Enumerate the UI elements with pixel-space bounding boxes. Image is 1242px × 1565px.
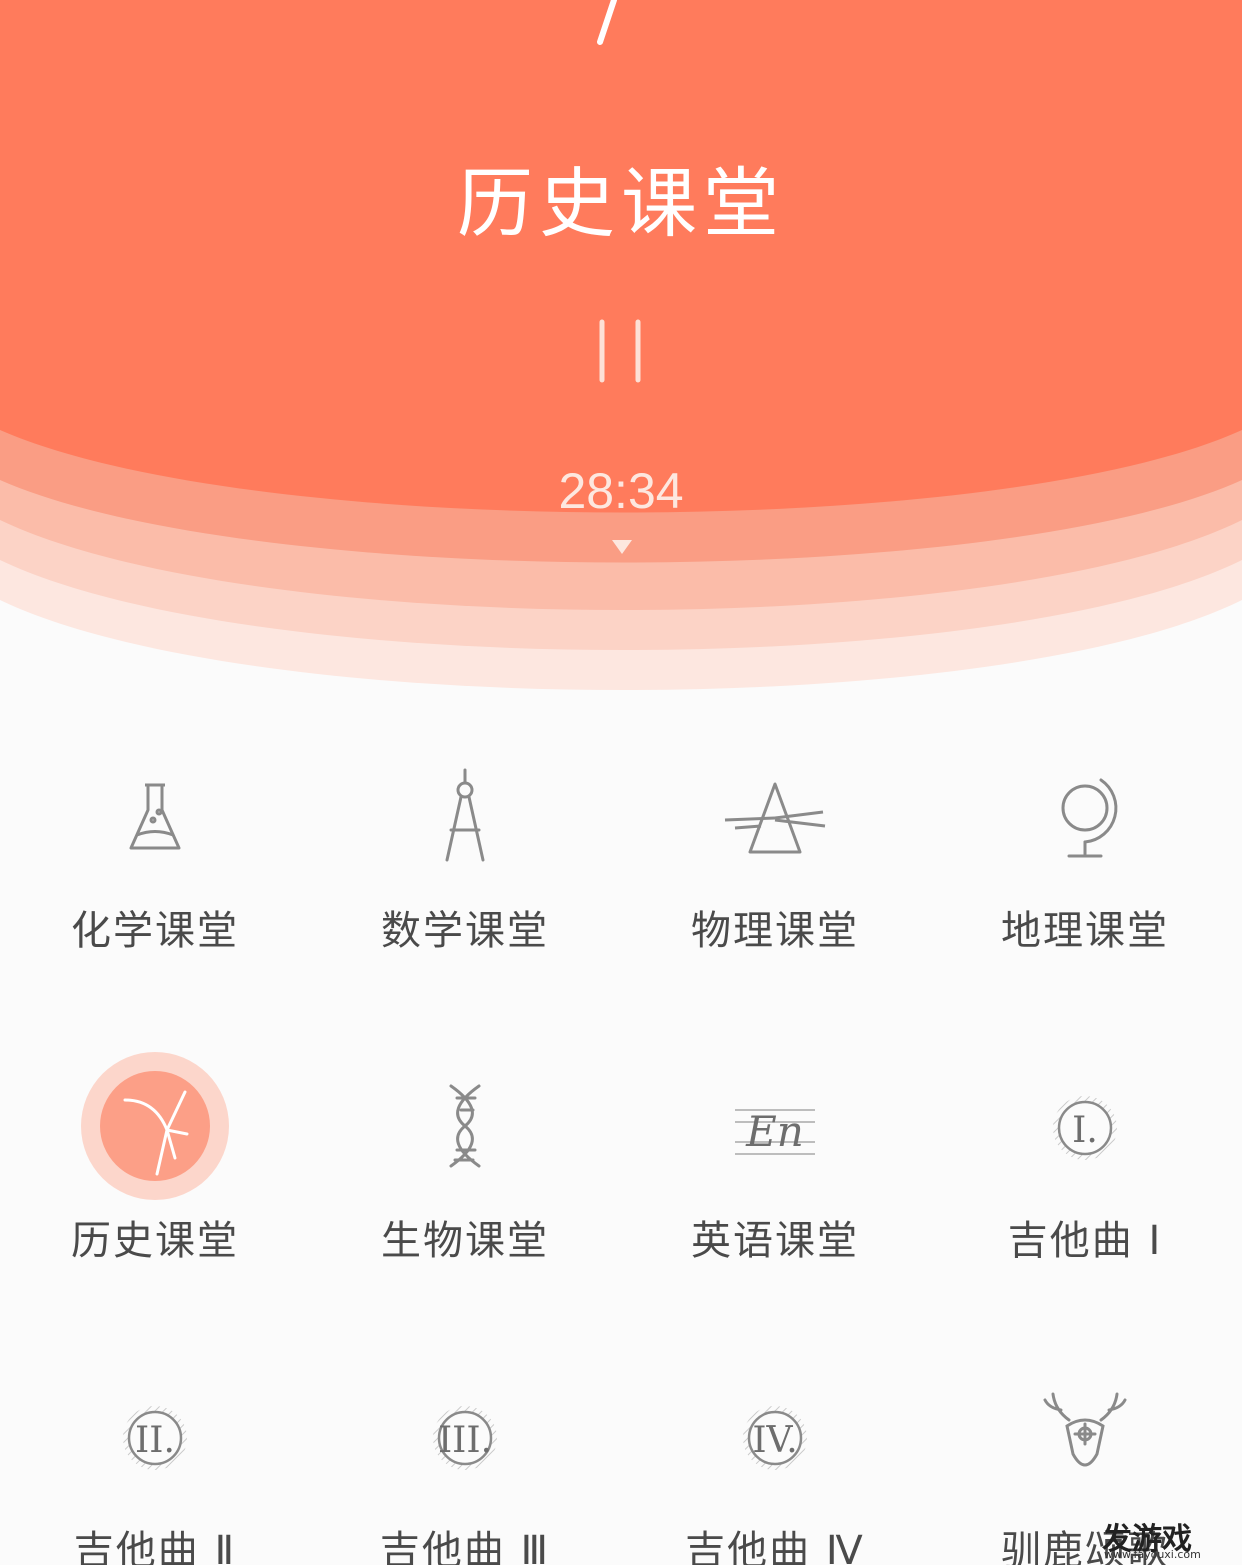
prism-icon [695, 760, 855, 880]
grid-item-roman-four[interactable]: IV. 吉他曲 Ⅳ [620, 1340, 930, 1565]
grid-item-reindeer[interactable]: 驯鹿颂歌 [930, 1340, 1240, 1565]
roman-one-icon: I. [1005, 1070, 1165, 1190]
reindeer-icon [1005, 1380, 1165, 1500]
dna-icon [385, 1070, 545, 1190]
now-playing-title: 历史课堂 [457, 159, 785, 248]
pause-button[interactable] [590, 312, 654, 392]
grid-item-label: 地理课堂 [1001, 908, 1169, 954]
timer-toggle-button[interactable] [608, 536, 636, 560]
grid-item-label: 英语课堂 [691, 1218, 859, 1264]
now-playing-header: 历史课堂 28:34 [0, 0, 1242, 720]
svg-text:III.: III. [438, 1420, 492, 1461]
quill-icon [75, 1052, 235, 1200]
grid-item-label: 吉他曲 Ⅲ [379, 1528, 551, 1565]
compass-icon [385, 760, 545, 880]
grid-item-label: 吉他曲 Ⅳ [685, 1528, 865, 1565]
grid-item-label: 物理课堂 [691, 908, 859, 954]
grid-item-label: 历史课堂 [71, 1218, 239, 1264]
grid-item-quill[interactable]: 历史课堂 [0, 1030, 310, 1330]
en-icon: En [695, 1070, 855, 1190]
watermark-url: www.fayouxi.com [1104, 1548, 1201, 1561]
roman-three-icon: III. [385, 1380, 545, 1500]
grid-item-roman-one[interactable]: I. 吉他曲 Ⅰ [930, 1030, 1240, 1330]
svg-text:II.: II. [135, 1420, 175, 1461]
grid-item-label: 化学课堂 [71, 908, 239, 954]
grid-item-dna[interactable]: 生物课堂 [310, 1030, 620, 1330]
grid-item-label: 数学课堂 [381, 908, 549, 954]
grid-item-label: 生物课堂 [381, 1218, 549, 1264]
pause-icon [599, 319, 641, 383]
grid-item-globe[interactable]: 地理课堂 [930, 720, 1240, 1020]
timer-display: 28:34 [558, 463, 684, 519]
roman-two-icon: II. [75, 1380, 235, 1500]
roman-four-icon: IV. [695, 1380, 855, 1500]
grid-item-roman-two[interactable]: II. 吉他曲 Ⅱ [0, 1340, 310, 1565]
svg-text:IV.: IV. [752, 1420, 797, 1461]
globe-icon [1005, 760, 1165, 880]
grid-item-flask[interactable]: 化学课堂 [0, 720, 310, 1020]
grid-item-prism[interactable]: 物理课堂 [620, 720, 930, 1020]
flask-icon [75, 760, 235, 880]
grid-item-en[interactable]: En 英语课堂 [620, 1030, 930, 1330]
grid-item-compass[interactable]: 数学课堂 [310, 720, 620, 1020]
triangle-down-icon [612, 540, 632, 554]
svg-text:I.: I. [1072, 1110, 1098, 1151]
svg-text:En: En [745, 1107, 804, 1156]
grid-item-label: 吉他曲 Ⅱ [73, 1528, 237, 1565]
grid-item-label: 吉他曲 Ⅰ [1007, 1218, 1163, 1264]
grid-item-roman-three[interactable]: III. 吉他曲 Ⅲ [310, 1340, 620, 1565]
